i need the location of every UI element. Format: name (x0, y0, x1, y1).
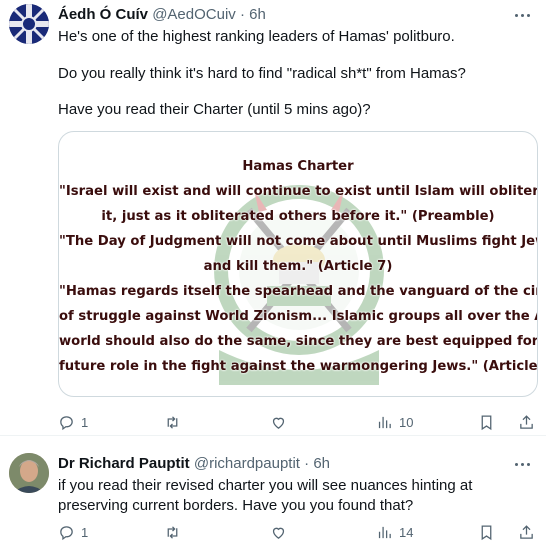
bookmark-button[interactable] (478, 412, 495, 432)
tweet-header: Áedh Ó Cuív @AedOCuiv · 6h (58, 6, 266, 24)
reply-button[interactable]: 1 (58, 412, 88, 432)
media-line: "The Day of Judgment will not come about… (59, 234, 538, 249)
bookmark-button[interactable] (478, 522, 495, 542)
views-icon (378, 526, 391, 538)
tweet-text: He's one of the highest ranking leaders … (58, 28, 455, 45)
reply-count: 1 (81, 524, 89, 540)
media-line: of struggle against World Zionism... Isl… (59, 309, 538, 324)
media-line: "Israel will exist and will continue to … (59, 184, 538, 199)
tweet-image[interactable]: Hamas Charter "Israel will exist and wil… (58, 131, 538, 397)
share-button[interactable] (518, 412, 535, 432)
tweet[interactable]: Dr Richard Pauptit @richardpauptit · 6h … (0, 436, 546, 542)
bookmark-icon (481, 414, 492, 430)
action-bar: 1 10 (58, 412, 540, 432)
tweet-header: Dr Richard Pauptit @richardpauptit · 6h (58, 455, 330, 473)
media-line: it, just as it obliterated others before… (101, 209, 495, 224)
repost-button[interactable] (164, 412, 187, 432)
heart-icon (272, 527, 285, 539)
tweet-text: Have you read their Charter (until 5 min… (58, 101, 371, 118)
repost-button[interactable] (164, 522, 187, 542)
media-line: "Hamas regards itself the spearhead and … (59, 284, 538, 299)
separator: · (239, 6, 245, 23)
tweet-text: Do you really think it's hard to find "r… (58, 65, 466, 82)
timestamp[interactable]: 6h (249, 6, 266, 23)
heart-icon (272, 417, 285, 429)
reply-button[interactable]: 1 (58, 522, 88, 542)
author-name[interactable]: Áedh Ó Cuív (58, 6, 148, 23)
media-title: Hamas Charter (242, 159, 354, 174)
views-icon (378, 416, 391, 428)
bookmark-icon (481, 524, 492, 540)
timestamp[interactable]: 6h (313, 455, 330, 472)
like-button[interactable] (270, 412, 293, 432)
reply-icon (60, 525, 73, 540)
separator: · (304, 455, 310, 472)
avatar[interactable] (9, 453, 49, 493)
views-button[interactable]: 14 (376, 522, 413, 542)
reply-count: 1 (81, 414, 89, 430)
avatar[interactable] (9, 4, 49, 44)
media-line: and kill them." (Article 7) (203, 259, 393, 274)
tweet[interactable]: Áedh Ó Cuív @AedOCuiv · 6h He's one of t… (0, 0, 546, 436)
author-handle[interactable]: @richardpauptit (194, 455, 300, 472)
views-count: 10 (399, 414, 414, 430)
views-count: 14 (399, 524, 414, 540)
more-icon[interactable] (512, 455, 532, 473)
share-button[interactable] (518, 522, 535, 542)
repost-icon (167, 525, 178, 539)
like-button[interactable] (270, 522, 293, 542)
share-icon (520, 414, 533, 429)
reply-icon (60, 415, 73, 430)
action-bar: 1 14 (58, 522, 540, 542)
repost-icon (167, 415, 178, 429)
author-handle[interactable]: @AedOCuiv (152, 6, 236, 23)
tweet-text: if you read their revised charter you wi… (58, 477, 473, 514)
more-icon[interactable] (512, 6, 532, 24)
media-line: world should also do the same, since the… (59, 334, 538, 349)
author-name[interactable]: Dr Richard Pauptit (58, 455, 190, 472)
media-line: future role in the fight against the war… (59, 359, 538, 374)
share-icon (520, 524, 533, 539)
views-button[interactable]: 10 (376, 412, 413, 432)
